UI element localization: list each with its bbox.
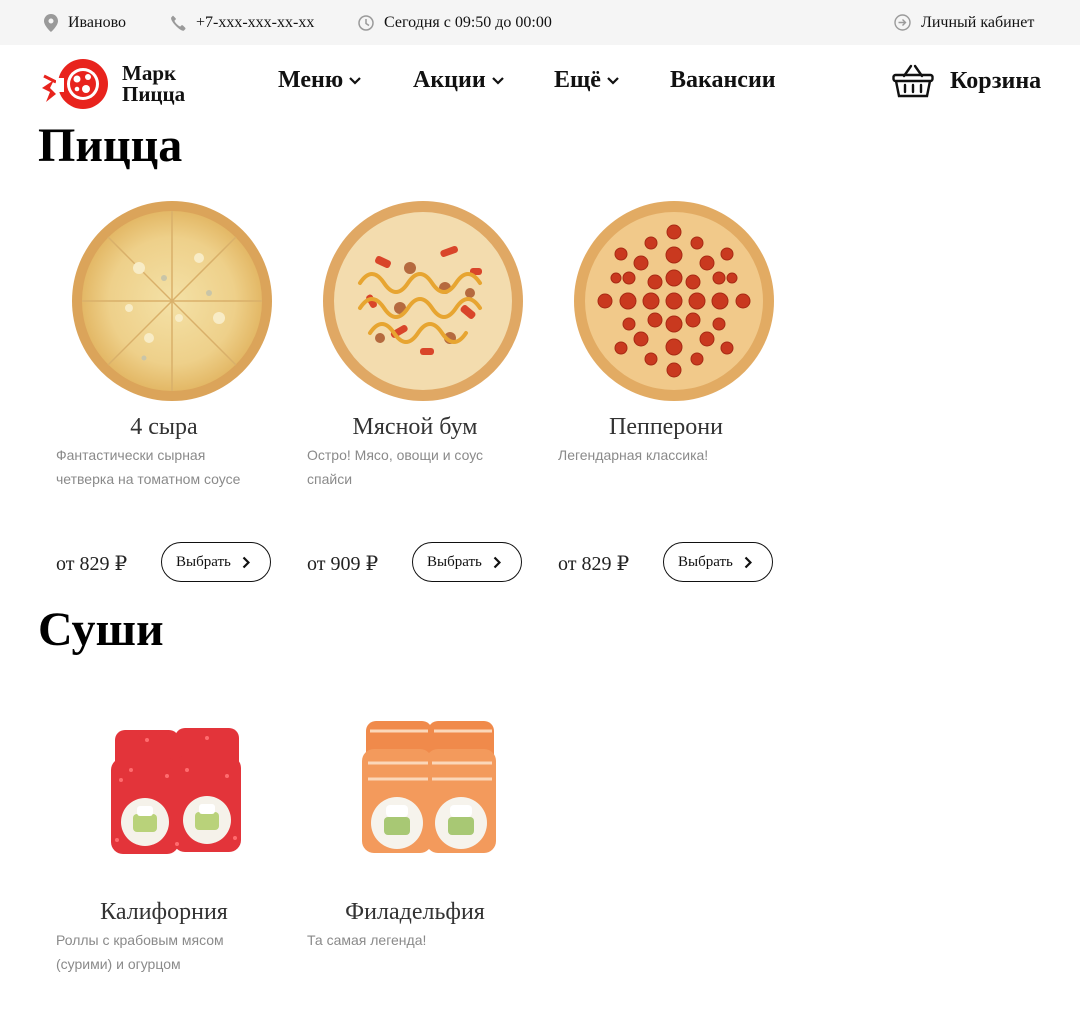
section-title-sushi: Суши bbox=[38, 603, 164, 656]
product-name: Калифорния bbox=[100, 899, 228, 925]
nav-more-label: Ещё bbox=[554, 67, 601, 93]
product-name: 4 сыра bbox=[130, 414, 198, 440]
login-arrow-icon bbox=[894, 14, 911, 31]
product-description: Остро! Мясо, овощи и соус спайси bbox=[307, 447, 484, 487]
nav-menu[interactable]: Меню bbox=[278, 67, 361, 94]
product-name: Мясной бум bbox=[352, 414, 478, 440]
nav-promotions[interactable]: Акции bbox=[413, 67, 504, 94]
product-description: Фантастически сырная четверка на томатно… bbox=[56, 447, 241, 487]
select-button[interactable]: Выбрать bbox=[663, 542, 773, 582]
hours-label: Сегодня с 09:50 до 00:00 bbox=[384, 13, 552, 31]
logo-line-1: Марк bbox=[122, 61, 177, 85]
phone-icon bbox=[171, 15, 186, 31]
clock-icon bbox=[358, 14, 374, 31]
top-info-bar: Иваново +7-xxx-xxx-xx-xx Сегодня с 09:50… bbox=[0, 0, 1080, 45]
product-price: от 909 ₽ bbox=[307, 553, 379, 575]
select-button[interactable]: Выбрать bbox=[412, 542, 522, 582]
product-description: Та самая легенда! bbox=[307, 932, 427, 948]
sushi-california-image[interactable] bbox=[56, 690, 288, 880]
pizza-meat-boom-image[interactable] bbox=[307, 196, 539, 406]
chevron-right-icon bbox=[242, 556, 250, 569]
chevron-down-icon bbox=[349, 76, 361, 85]
section-title-pizza: Пицца bbox=[38, 119, 183, 172]
select-button-label: Выбрать bbox=[427, 553, 482, 570]
pizza-four-cheese-image[interactable] bbox=[56, 196, 288, 406]
product-price: от 829 ₽ bbox=[558, 553, 630, 575]
phone-link[interactable]: +7-xxx-xxx-xx-xx bbox=[170, 0, 314, 45]
chevron-down-icon bbox=[491, 76, 504, 85]
sushi-philadelphia-image[interactable] bbox=[307, 690, 539, 880]
pizza-logo-icon bbox=[42, 59, 108, 109]
nav-menu-label: Меню bbox=[278, 67, 344, 93]
product-description: Легендарная классика! bbox=[558, 447, 709, 463]
chevron-right-icon bbox=[744, 556, 752, 569]
select-button-label: Выбрать bbox=[176, 553, 231, 570]
product-name: Филадельфия bbox=[345, 899, 485, 925]
location-pin-icon bbox=[44, 13, 58, 32]
basket-icon bbox=[892, 64, 934, 98]
nav-more[interactable]: Ещё bbox=[554, 67, 619, 94]
pizza-pepperoni-image[interactable] bbox=[558, 196, 790, 406]
city-selector[interactable]: Иваново bbox=[44, 0, 126, 45]
account-link[interactable]: Личный кабинет bbox=[894, 0, 1034, 45]
account-label: Личный кабинет bbox=[921, 13, 1035, 31]
working-hours: Сегодня с 09:50 до 00:00 bbox=[358, 0, 552, 45]
select-button[interactable]: Выбрать bbox=[161, 542, 271, 582]
logo-text: Марк Пицца bbox=[122, 63, 185, 105]
logo[interactable]: Марк Пицца bbox=[40, 58, 185, 110]
main-header: Марк Пицца Меню Акции Ещё Вакансии Корзи… bbox=[0, 45, 1080, 123]
phone-label: +7-xxx-xxx-xx-xx bbox=[196, 13, 315, 31]
nav-vacancies[interactable]: Вакансии bbox=[670, 67, 776, 94]
select-button-label: Выбрать bbox=[678, 553, 733, 570]
cart-button[interactable]: Корзина bbox=[892, 63, 1041, 99]
nav-vacancies-label: Вакансии bbox=[670, 67, 776, 93]
chevron-down-icon bbox=[607, 76, 619, 85]
nav-promotions-label: Акции bbox=[413, 67, 486, 93]
city-label: Иваново bbox=[68, 13, 127, 31]
cart-label: Корзина bbox=[950, 67, 1042, 94]
chevron-right-icon bbox=[493, 556, 501, 569]
product-price: от 829 ₽ bbox=[56, 553, 128, 575]
product-name: Пепперони bbox=[608, 414, 723, 440]
product-description: Роллы с крабовым мясом (сурими) и огурцо… bbox=[56, 932, 224, 972]
logo-line-2: Пицца bbox=[122, 82, 186, 106]
